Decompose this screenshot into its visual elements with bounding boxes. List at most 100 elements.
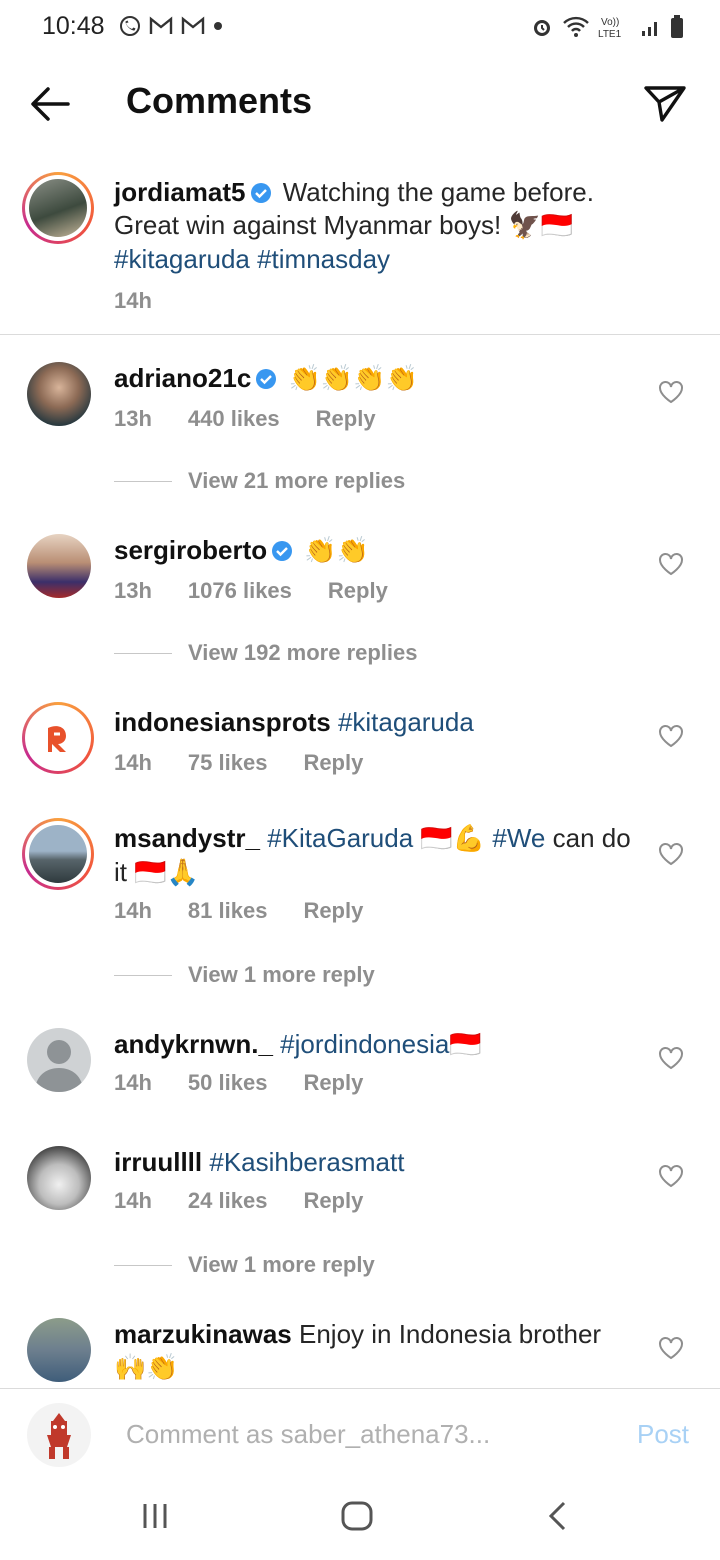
comment-time: 13h [114, 578, 152, 603]
like-heart-icon[interactable] [658, 552, 684, 576]
comment-hashtag[interactable]: #KitaGaruda [267, 823, 413, 853]
flag-pray-emoji: 🇮🇩🙏 [134, 858, 199, 888]
back-nav-icon[interactable] [546, 1500, 570, 1532]
comment-time: 14h [114, 898, 152, 923]
like-heart-icon[interactable] [658, 1046, 684, 1070]
comment-likes[interactable]: 440 likes [188, 406, 280, 432]
lte-icon: Vo))LTE1 [598, 17, 622, 40]
caption-username[interactable]: jordiamat5 [114, 177, 246, 207]
system-nav-bar [0, 1480, 720, 1560]
avatar[interactable] [22, 818, 94, 890]
comment-item: marzukinawas Enjoy in Indonesia brother 🙌… [0, 1318, 720, 1388]
view-more-replies[interactable]: View 1 more reply [114, 962, 375, 988]
post-caption: jordiamat5 Watching the game before. Gre… [0, 170, 720, 330]
like-heart-icon[interactable] [658, 724, 684, 748]
like-heart-icon[interactable] [658, 380, 684, 404]
reply-button[interactable]: Reply [303, 1070, 363, 1096]
view-more-replies[interactable]: View 192 more replies [114, 640, 418, 666]
flag-muscle-emoji: 🇮🇩💪 [420, 824, 486, 854]
like-heart-icon[interactable] [658, 842, 684, 866]
status-time: 10:48 [42, 12, 105, 40]
comment-username[interactable]: adriano21c [114, 363, 251, 393]
whatsapp-icon [120, 16, 140, 36]
battery-icon [671, 15, 683, 38]
gmail-icon [181, 16, 205, 34]
comment-item: adriano21c 👏👏👏👏 13h 440 likes Reply View 2… [0, 362, 720, 502]
reply-button[interactable]: Reply [303, 1188, 363, 1214]
comment-item: irruullll #Kasihberasmatt 14h 24 likes Rep… [0, 1146, 720, 1286]
reply-button[interactable]: Reply [328, 578, 388, 604]
system-icons: Vo)) LTE1 [530, 14, 684, 40]
view-more-replies[interactable]: View 21 more replies [114, 468, 405, 494]
comment-likes[interactable]: 50 likes [188, 1070, 268, 1096]
view-more-replies[interactable]: View 1 more reply [114, 1252, 375, 1278]
eagle-emoji: 🦅 [508, 211, 541, 241]
back-arrow-icon[interactable] [28, 84, 72, 124]
comment-item: andykrnwn._ #jordindonesia🇮🇩 14h 50 likes… [0, 1028, 720, 1118]
comment-username[interactable]: marzukinawas [114, 1319, 292, 1349]
comment-composer: Comment as saber_athena73... Post [0, 1388, 720, 1481]
avatar[interactable] [27, 1318, 91, 1382]
avatar[interactable] [27, 1146, 91, 1210]
comment-hashtag[interactable]: #kitagaruda [338, 707, 474, 737]
comment-likes[interactable]: 24 likes [188, 1188, 268, 1214]
avatar[interactable] [22, 702, 94, 774]
comment-username[interactable]: irruullll [114, 1147, 202, 1177]
comment-username[interactable]: indonesiansprots [114, 707, 331, 737]
post-button[interactable]: Post [637, 1419, 689, 1450]
comment-username[interactable]: sergiroberto [114, 535, 267, 565]
comment-likes[interactable]: 81 likes [188, 898, 268, 924]
verified-badge-icon [256, 369, 277, 389]
comment-hashtag[interactable]: #Kasihberasmatt [209, 1147, 404, 1177]
caption-hashtags[interactable]: #kitagaruda #timnasday [114, 244, 390, 274]
comment-hashtag[interactable]: #jordindonesia [280, 1029, 449, 1059]
alarm-icon [534, 20, 550, 36]
comment-time: 13h [114, 406, 152, 431]
comment-text: Enjoy in Indonesia brother [298, 1319, 602, 1349]
reply-button[interactable]: Reply [303, 898, 363, 924]
notification-icons [118, 14, 224, 38]
svg-text:Vo)): Vo)) [601, 17, 619, 28]
comment-input[interactable]: Comment as saber_athena73... [126, 1419, 490, 1450]
divider [0, 334, 720, 335]
signal-icon [642, 22, 657, 36]
avatar[interactable] [27, 1028, 91, 1092]
wifi-icon [563, 16, 589, 37]
phoenix-logo-icon [48, 726, 66, 752]
verified-badge-icon [250, 183, 271, 203]
reply-button[interactable]: Reply [303, 750, 363, 776]
dot-icon [214, 22, 222, 30]
comment-username[interactable]: andykrnwn._ [114, 1029, 273, 1059]
svg-text:LTE1: LTE1 [598, 29, 622, 40]
comment-time: 14h [114, 750, 152, 775]
comment-item: msandystr_ #KitaGaruda 🇮🇩💪 #We can do it… [0, 818, 720, 992]
reply-button[interactable]: Reply [316, 406, 376, 432]
verified-badge-icon [272, 541, 293, 561]
red-character-icon [47, 1413, 71, 1459]
share-send-icon[interactable] [640, 80, 690, 126]
comment-item: indonesiansprots #kitagaruda 14h 75 likes… [0, 702, 720, 796]
comment-likes[interactable]: 1076 likes [188, 578, 292, 604]
comment-hashtag[interactable]: #We [492, 823, 545, 853]
recent-apps-icon[interactable] [140, 1500, 170, 1532]
page-title: Comments [126, 80, 313, 121]
like-heart-icon[interactable] [658, 1164, 684, 1188]
comment-time: 14h [114, 1188, 152, 1213]
comment-likes[interactable]: 75 likes [188, 750, 268, 776]
like-heart-icon[interactable] [658, 1336, 684, 1360]
avatar [27, 1403, 91, 1467]
indonesia-flag-emoji: 🇮🇩 [449, 1030, 482, 1060]
caption-time: 14h [114, 288, 152, 313]
comment-time: 14h [114, 1070, 152, 1095]
avatar[interactable] [27, 362, 91, 426]
comment-username[interactable]: msandystr_ [114, 823, 260, 853]
clapping-emoji: 👏👏 [304, 536, 370, 566]
gmail-icon [149, 16, 173, 34]
avatar[interactable] [22, 172, 94, 244]
indonesia-flag-emoji: 🇮🇩 [540, 211, 574, 241]
raised-hands-clap-emoji: 🙌👏 [114, 1353, 179, 1383]
clapping-emoji: 👏👏👏👏 [288, 364, 419, 394]
avatar[interactable] [27, 534, 91, 598]
comment-item: sergiroberto 👏👏 13h 1076 likes Reply View … [0, 534, 720, 674]
home-icon[interactable] [340, 1500, 374, 1532]
